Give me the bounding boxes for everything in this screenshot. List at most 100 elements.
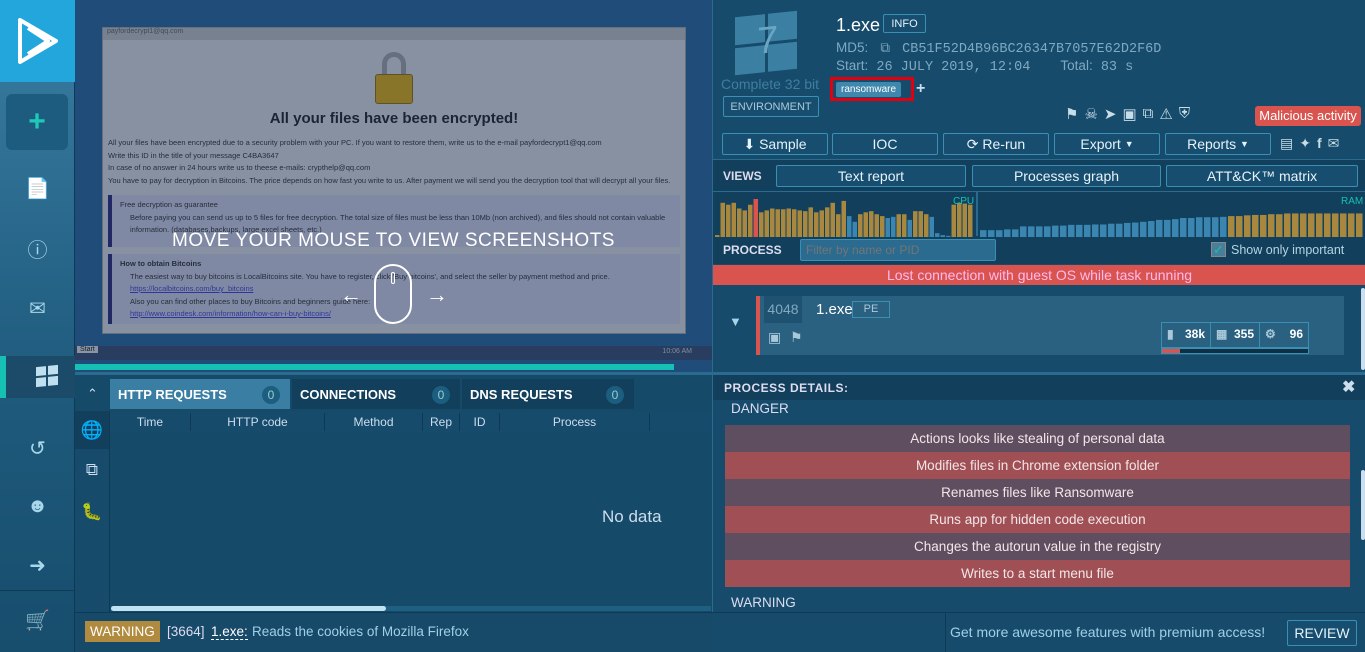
new-task-button[interactable]: + xyxy=(6,94,68,150)
screenshot-progress-bar[interactable] xyxy=(75,364,674,370)
windows-stack-icon[interactable]: ⧉ xyxy=(1143,105,1154,123)
details-scrollbar[interactable] xyxy=(1361,470,1365,540)
process-list-scrollbar[interactable] xyxy=(1361,288,1365,370)
screenshot-viewer[interactable]: payfordecrypt1@qq.com All your files hav… xyxy=(75,0,712,372)
spy-icon[interactable]: ☠ xyxy=(1084,105,1097,123)
files-icon[interactable]: ⧉ xyxy=(75,449,109,491)
sidebar-item-windows[interactable] xyxy=(0,356,75,398)
cpu-bar xyxy=(891,216,896,237)
facebook-icon[interactable]: f xyxy=(1317,135,1322,152)
tab-count: 0 xyxy=(432,386,450,404)
mail-icon[interactable]: ✉ xyxy=(0,288,75,328)
panel-side-icons: 🌐 ⧉ 🐛 xyxy=(75,411,110,615)
process-details-title: PROCESS DETAILS: xyxy=(724,381,849,395)
export-dropdown[interactable]: Export ▼ xyxy=(1054,133,1160,155)
warning-icon[interactable]: ⚠ xyxy=(1159,105,1172,123)
ram-bar xyxy=(1068,224,1075,237)
logout-icon[interactable]: ➜ xyxy=(0,545,75,585)
danger-item: Modifies files in Chrome extension folde… xyxy=(725,452,1350,479)
show-important-checkbox[interactable]: ✓ xyxy=(1211,242,1226,257)
column-header-method[interactable]: Method xyxy=(325,413,423,431)
reports-dropdown[interactable]: Reports ▼ xyxy=(1165,133,1271,155)
cpu-bar xyxy=(836,214,841,237)
column-header-time[interactable]: Time xyxy=(110,413,191,431)
cpu-bar xyxy=(874,214,879,237)
process-card[interactable]: 4048 1.exe PE ▣ ⚑ ▮ 38k ▦ 355 ⚙ 96 xyxy=(756,296,1344,355)
shield-icon[interactable]: ⛨ xyxy=(1179,105,1190,123)
add-tag-button[interactable]: + xyxy=(916,80,925,98)
ram-bar xyxy=(1164,219,1171,237)
cpu-bar xyxy=(830,202,835,237)
environment-button[interactable]: ENVIRONMENT xyxy=(723,96,819,117)
column-header-id[interactable]: ID xyxy=(460,413,500,431)
twitter-icon[interactable]: ✦ xyxy=(1299,135,1311,152)
ram-bar xyxy=(1180,218,1187,237)
process-stats: ▮ 38k ▦ 355 ⚙ 96 xyxy=(1161,322,1309,348)
column-header-process[interactable]: Process xyxy=(500,413,650,431)
ram-label: RAM xyxy=(1341,196,1364,207)
process-name: 1.exe xyxy=(816,301,853,318)
warning-message: Reads the cookies of Mozilla Firefox xyxy=(252,624,469,639)
attck-matrix-button[interactable]: ATT&CK™ matrix xyxy=(1166,165,1358,187)
email-icon[interactable]: ✉ xyxy=(1328,135,1340,152)
scrollbar-thumb[interactable] xyxy=(111,606,386,611)
ram-bar xyxy=(1356,213,1363,237)
ram-bar xyxy=(1268,214,1275,237)
processes-graph-button[interactable]: Processes graph xyxy=(972,165,1161,187)
exe-icon: ▣ xyxy=(768,329,782,345)
total-label: Total: xyxy=(1060,58,1093,73)
horizontal-scrollbar[interactable] xyxy=(111,606,711,611)
ram-bar xyxy=(1260,214,1267,237)
review-button[interactable]: REVIEW xyxy=(1287,620,1357,646)
connection-lost-banner: Lost connection with guest OS while task… xyxy=(713,265,1365,285)
ram-bar xyxy=(1084,224,1091,237)
cpu-bar xyxy=(797,210,802,237)
checkered-flag-icon[interactable]: ⚑ xyxy=(1065,105,1078,123)
help-icon[interactable]: ⓘ xyxy=(0,228,75,268)
text-report-button[interactable]: Text report xyxy=(776,165,966,187)
cpu-bar xyxy=(742,210,747,237)
ioc-button[interactable]: IOC xyxy=(832,133,938,155)
rocket-icon[interactable]: ➤ xyxy=(1104,105,1117,123)
cart-icon[interactable]: 🛒 xyxy=(0,600,75,640)
button-label: Export xyxy=(1080,136,1121,152)
checkered-flag-icon: ⚑ xyxy=(790,329,803,345)
tab-connections[interactable]: CONNECTIONS 0 xyxy=(292,379,460,409)
rerun-button[interactable]: ⟳ Re-run xyxy=(943,133,1049,155)
expand-triangle-icon[interactable]: ▼ xyxy=(729,314,742,329)
os-version: 7 xyxy=(757,18,779,63)
column-header-http-code[interactable]: HTTP code xyxy=(191,413,325,431)
ram-bar xyxy=(1276,214,1283,237)
process-filter-input[interactable] xyxy=(800,239,996,261)
registry-count: 355 xyxy=(1233,327,1254,341)
cpu-bar xyxy=(825,207,830,237)
reports-icon[interactable]: 📄 xyxy=(0,168,75,208)
copy-icon[interactable]: ⧉ xyxy=(880,42,890,57)
sample-button[interactable]: ⬇ Sample xyxy=(722,133,828,155)
info-button[interactable]: INFO xyxy=(883,14,926,33)
tag-ransomware[interactable]: ransomware xyxy=(836,82,902,97)
exe-icon[interactable]: ▣ xyxy=(1122,105,1136,123)
ram-bar xyxy=(1052,225,1059,237)
column-header-rep[interactable]: Rep xyxy=(423,413,460,431)
bug-icon[interactable]: 🐛 xyxy=(75,491,109,533)
globe-icon[interactable]: 🌐 xyxy=(75,411,109,449)
caret-down-icon: ▼ xyxy=(1124,139,1134,149)
history-icon[interactable]: ↺ xyxy=(0,428,75,468)
collapse-chevron-icon[interactable]: ⌃ xyxy=(75,379,110,409)
show-important-label[interactable]: Show only important xyxy=(1231,243,1344,257)
warning-process-link[interactable]: 1.exe: xyxy=(211,624,248,640)
cpu-bar xyxy=(819,210,824,237)
md5-value[interactable]: CB51F52D4B96BC26347B7057E62D2F6D xyxy=(902,42,1161,57)
anyrun-logo[interactable] xyxy=(0,0,75,82)
close-icon[interactable]: ✖ xyxy=(1342,377,1355,397)
cpu-bar xyxy=(808,207,813,237)
tab-dns-requests[interactable]: DNS REQUESTS 0 xyxy=(462,379,634,409)
cpu-bar xyxy=(918,211,923,237)
tab-http-requests[interactable]: HTTP REQUESTS 0 xyxy=(110,379,290,409)
cpu-bar xyxy=(726,204,731,237)
task-filename: 1.exe xyxy=(836,15,881,35)
cpu-bar xyxy=(731,202,736,237)
profile-icon[interactable]: ☻ xyxy=(0,486,75,526)
film-icon[interactable]: ▤ xyxy=(1280,135,1293,152)
